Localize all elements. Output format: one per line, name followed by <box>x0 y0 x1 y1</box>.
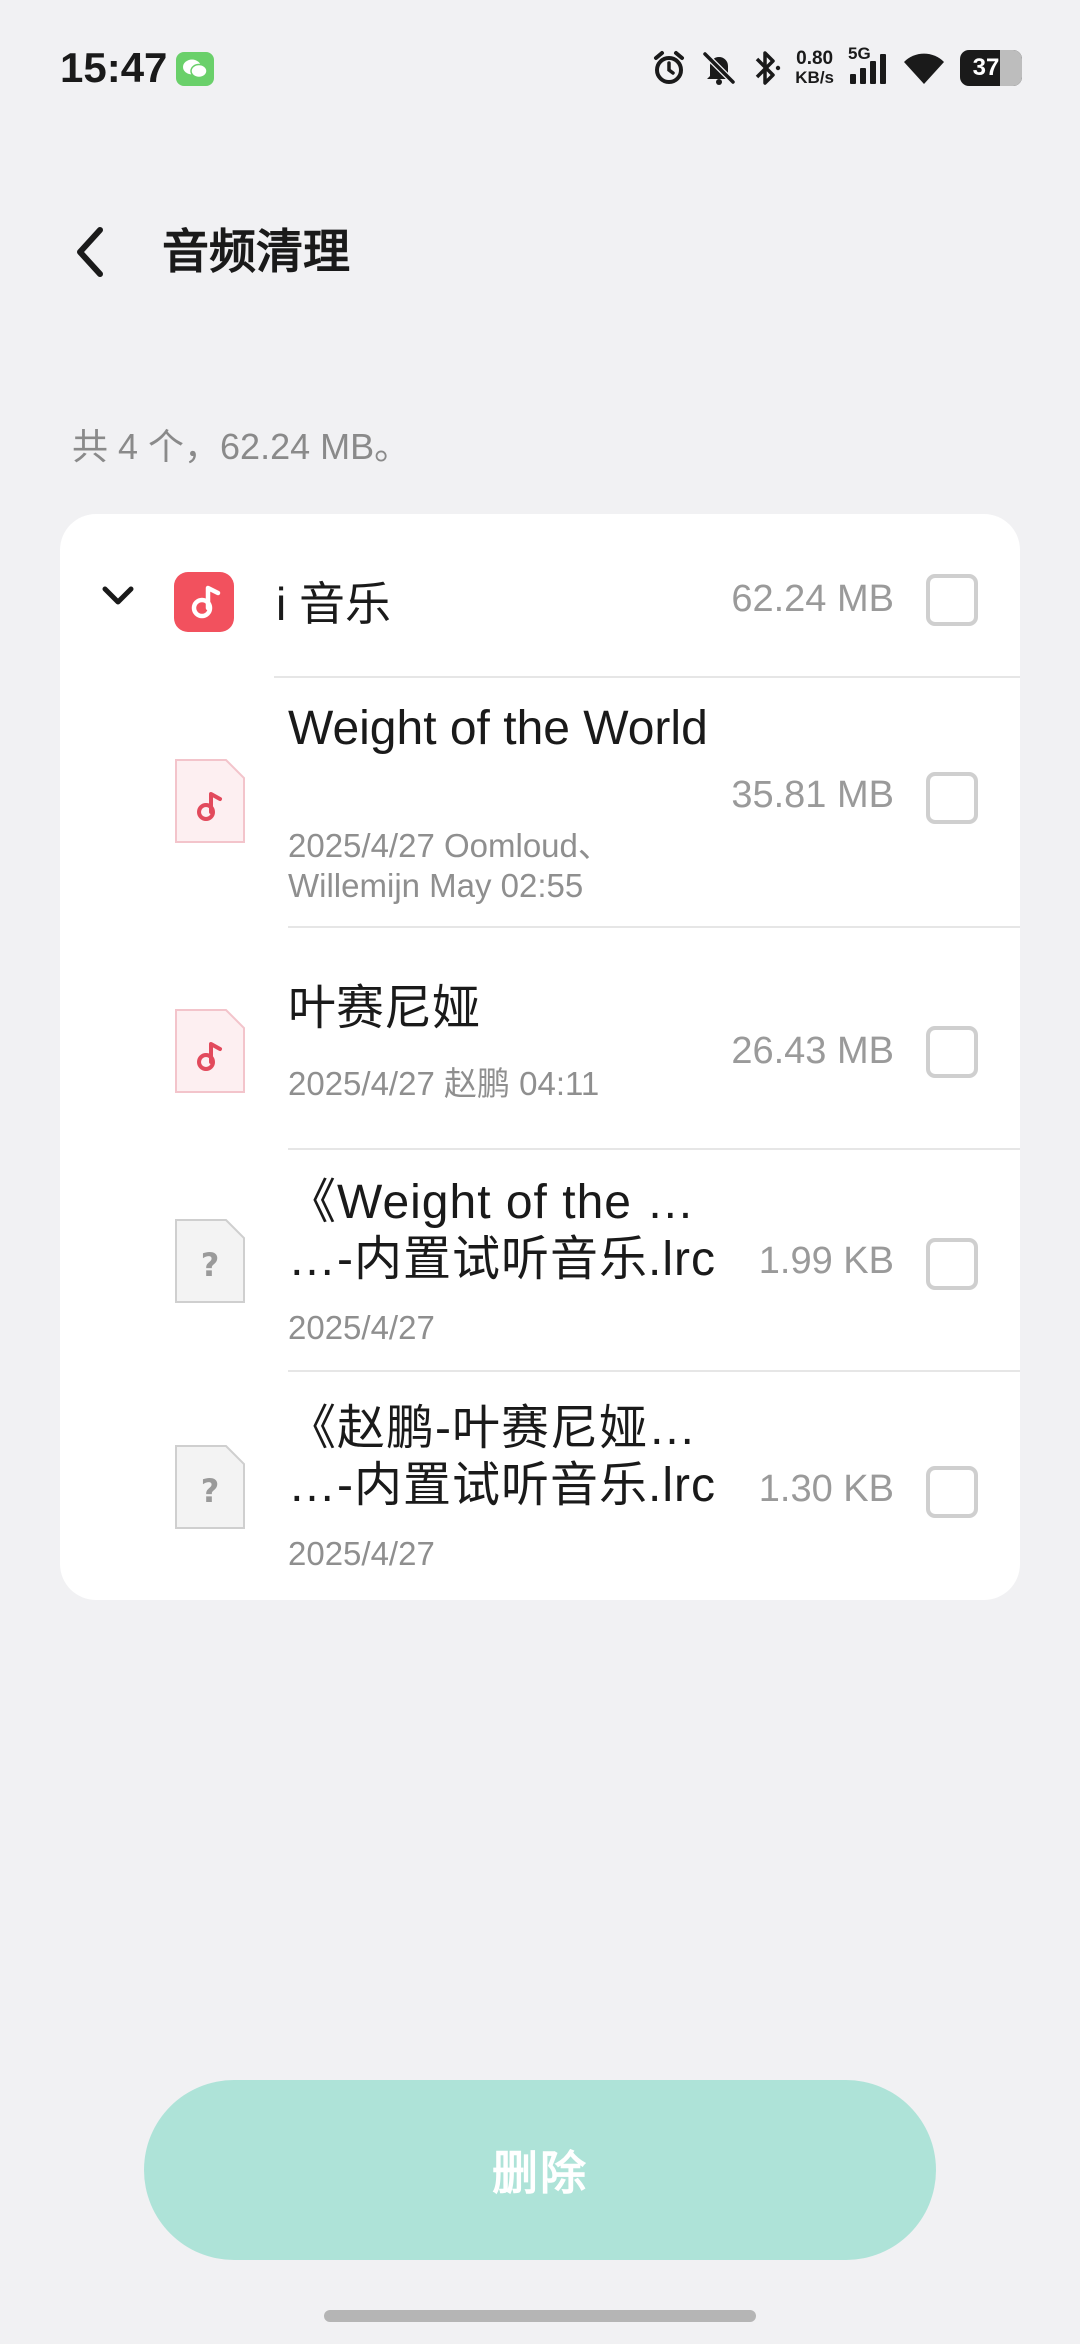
summary-text: 共 4 个，62.24 MB。 <box>72 426 411 467</box>
status-time: 15:47 <box>60 44 168 91</box>
group-name: i 音乐 <box>276 578 391 630</box>
item-size: 26.43 MB <box>731 1030 894 1072</box>
chevron-left-icon <box>77 227 103 277</box>
battery-icon: 37 <box>960 50 1022 86</box>
delete-label: 删除 <box>492 2147 588 2199</box>
page-title: 音频清理 <box>162 225 350 278</box>
delete-button[interactable]: 删除 <box>144 2080 936 2260</box>
network-type: 5G <box>848 44 871 63</box>
audio-file-icon <box>174 1008 246 1094</box>
divider <box>274 676 1020 678</box>
wifi-icon <box>902 50 946 86</box>
back-button[interactable] <box>60 222 120 282</box>
alarm-icon <box>651 50 687 86</box>
wechat-icon <box>176 52 214 86</box>
item-title: Weight of the World <box>288 702 708 755</box>
list-item[interactable]: ? 《Weight of the … …-内置试听音乐.lrc 2025/4/2… <box>60 1148 1020 1370</box>
mute-icon <box>701 50 737 86</box>
item-size: 1.99 KB <box>758 1240 894 1282</box>
svg-text:?: ? <box>201 1246 220 1284</box>
network-speed: 0.80 KB/s <box>795 49 834 87</box>
divider <box>288 1148 1020 1150</box>
list-item[interactable]: ? 《赵鹏-叶赛尼娅… …-内置试听音乐.lrc 2025/4/27 1.30 … <box>60 1370 1020 1600</box>
item-title: 《赵鹏-叶赛尼娅… …-内置试听音乐.lrc <box>288 1402 716 1512</box>
signal-icon: 5G <box>848 44 888 86</box>
divider <box>288 1370 1020 1372</box>
divider <box>288 926 1020 928</box>
net-speed-unit: KB/s <box>795 68 834 87</box>
svg-text:?: ? <box>201 1472 220 1510</box>
group-header[interactable]: i 音乐 62.24 MB <box>60 514 1020 676</box>
item-checkbox[interactable] <box>926 772 978 824</box>
item-size: 1.30 KB <box>758 1468 894 1510</box>
item-title: 叶赛尼娅 <box>288 982 481 1035</box>
item-title: 《Weight of the … …-内置试听音乐.lrc <box>288 1176 716 1286</box>
group-checkbox[interactable] <box>926 574 978 626</box>
status-bar: 15:47 0.80 KB/s 5G 37 <box>0 0 1080 140</box>
music-app-icon <box>174 572 234 632</box>
home-indicator[interactable] <box>324 2310 756 2322</box>
item-subtitle: 2025/4/27 Oomloud、Willemijn May 02:55 <box>288 827 611 904</box>
battery-level: 37 <box>972 54 1000 81</box>
bluetooth-icon <box>751 49 781 87</box>
net-speed-value: 0.80 <box>796 48 834 69</box>
status-icons: 0.80 KB/s 5G 37 <box>651 44 1022 90</box>
chevron-down-icon[interactable] <box>98 576 138 616</box>
item-size: 35.81 MB <box>731 774 894 816</box>
item-subtitle: 2025/4/27 <box>288 1309 435 1346</box>
file-group-card: i 音乐 62.24 MB Weight of the World 2025/4… <box>60 514 1020 1600</box>
item-checkbox[interactable] <box>926 1466 978 1518</box>
unknown-file-icon: ? <box>174 1218 246 1304</box>
item-subtitle: 2025/4/27 赵鹏 04:11 <box>288 1065 600 1102</box>
unknown-file-icon: ? <box>174 1444 246 1530</box>
list-item[interactable]: 叶赛尼娅 2025/4/27 赵鹏 04:11 26.43 MB <box>60 926 1020 1148</box>
audio-file-icon <box>174 758 246 844</box>
list-item[interactable]: Weight of the World 2025/4/27 Oomloud、Wi… <box>60 676 1020 926</box>
group-size: 62.24 MB <box>731 578 894 620</box>
item-checkbox[interactable] <box>926 1238 978 1290</box>
item-checkbox[interactable] <box>926 1026 978 1078</box>
item-subtitle: 2025/4/27 <box>288 1535 435 1572</box>
